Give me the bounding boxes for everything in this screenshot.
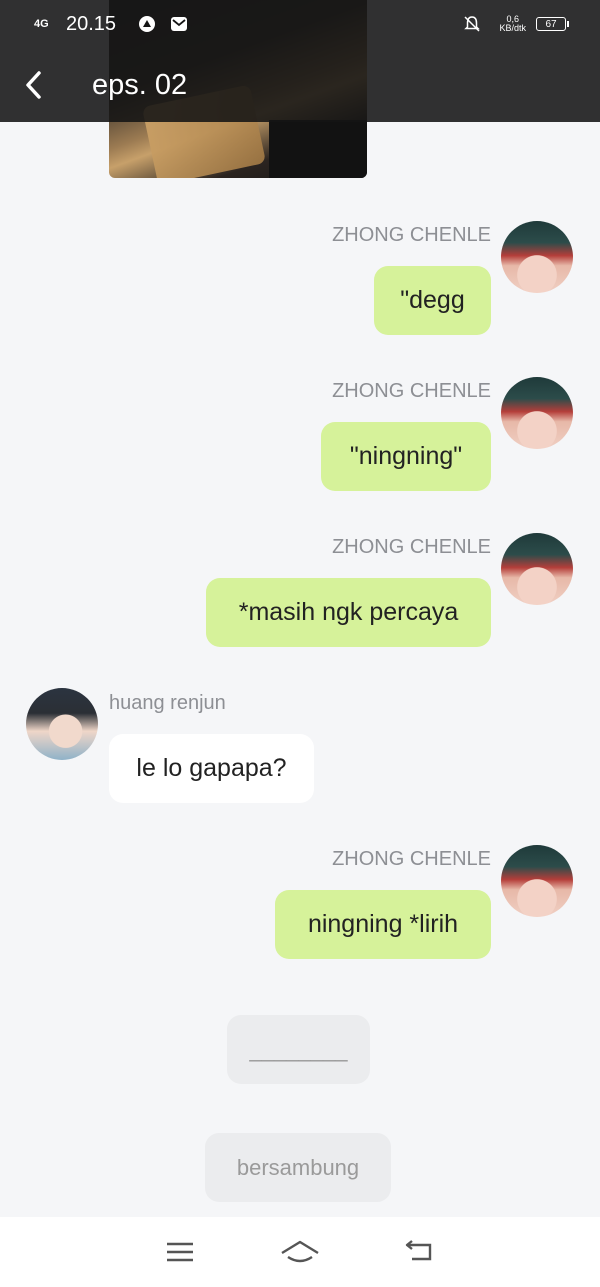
back-nav-button[interactable] bbox=[400, 1232, 440, 1272]
sender-name: ZHONG CHENLE bbox=[332, 380, 491, 402]
status-bar: 4G 20.15 0,6 KB/dtk 67 bbox=[0, 0, 600, 48]
network-indicator: 4G bbox=[34, 18, 49, 30]
sender-name: ZHONG CHENLE bbox=[332, 848, 491, 870]
narration-divider: ________ bbox=[227, 1015, 370, 1084]
app-notification-icon bbox=[138, 15, 156, 33]
menu-icon bbox=[167, 1242, 193, 1262]
nav-bar: eps. 02 bbox=[0, 58, 600, 112]
avatar[interactable] bbox=[501, 221, 573, 293]
message-bubble[interactable]: "ningning" bbox=[321, 422, 491, 491]
speed-unit: KB/dtk bbox=[499, 23, 526, 33]
system-nav-bar bbox=[0, 1217, 600, 1287]
network-speed: 0,6 KB/dtk bbox=[499, 15, 526, 33]
chevron-left-icon bbox=[26, 71, 41, 99]
battery-level: 67 bbox=[545, 18, 557, 30]
app-header: 4G 20.15 0,6 KB/dtk 67 eps. 02 bbox=[0, 0, 600, 122]
status-time: 20.15 bbox=[66, 12, 117, 35]
mail-icon bbox=[170, 15, 188, 33]
battery-icon: 67 bbox=[536, 17, 569, 31]
back-button[interactable] bbox=[6, 58, 60, 112]
avatar[interactable] bbox=[501, 845, 573, 917]
photo-detail bbox=[269, 120, 367, 178]
avatar[interactable] bbox=[501, 533, 573, 605]
message-bubble[interactable]: ningning *lirih bbox=[275, 890, 491, 959]
message-bubble[interactable]: "degg bbox=[374, 266, 491, 335]
home-icon bbox=[281, 1240, 319, 1263]
message-bubble[interactable]: le lo gapapa? bbox=[109, 734, 314, 803]
avatar[interactable] bbox=[501, 377, 573, 449]
page-title: eps. 02 bbox=[92, 68, 188, 101]
notifications-off-icon bbox=[463, 15, 481, 33]
continue-label[interactable]: bersambung bbox=[205, 1133, 391, 1202]
home-button[interactable] bbox=[280, 1232, 320, 1272]
avatar[interactable] bbox=[26, 688, 98, 760]
return-icon bbox=[405, 1240, 432, 1261]
sender-name: huang renjun bbox=[109, 692, 226, 714]
menu-button[interactable] bbox=[160, 1232, 200, 1272]
sender-name: ZHONG CHENLE bbox=[332, 536, 491, 558]
message-bubble[interactable]: *masih ngk percaya bbox=[206, 578, 491, 647]
sender-name: ZHONG CHENLE bbox=[332, 224, 491, 246]
